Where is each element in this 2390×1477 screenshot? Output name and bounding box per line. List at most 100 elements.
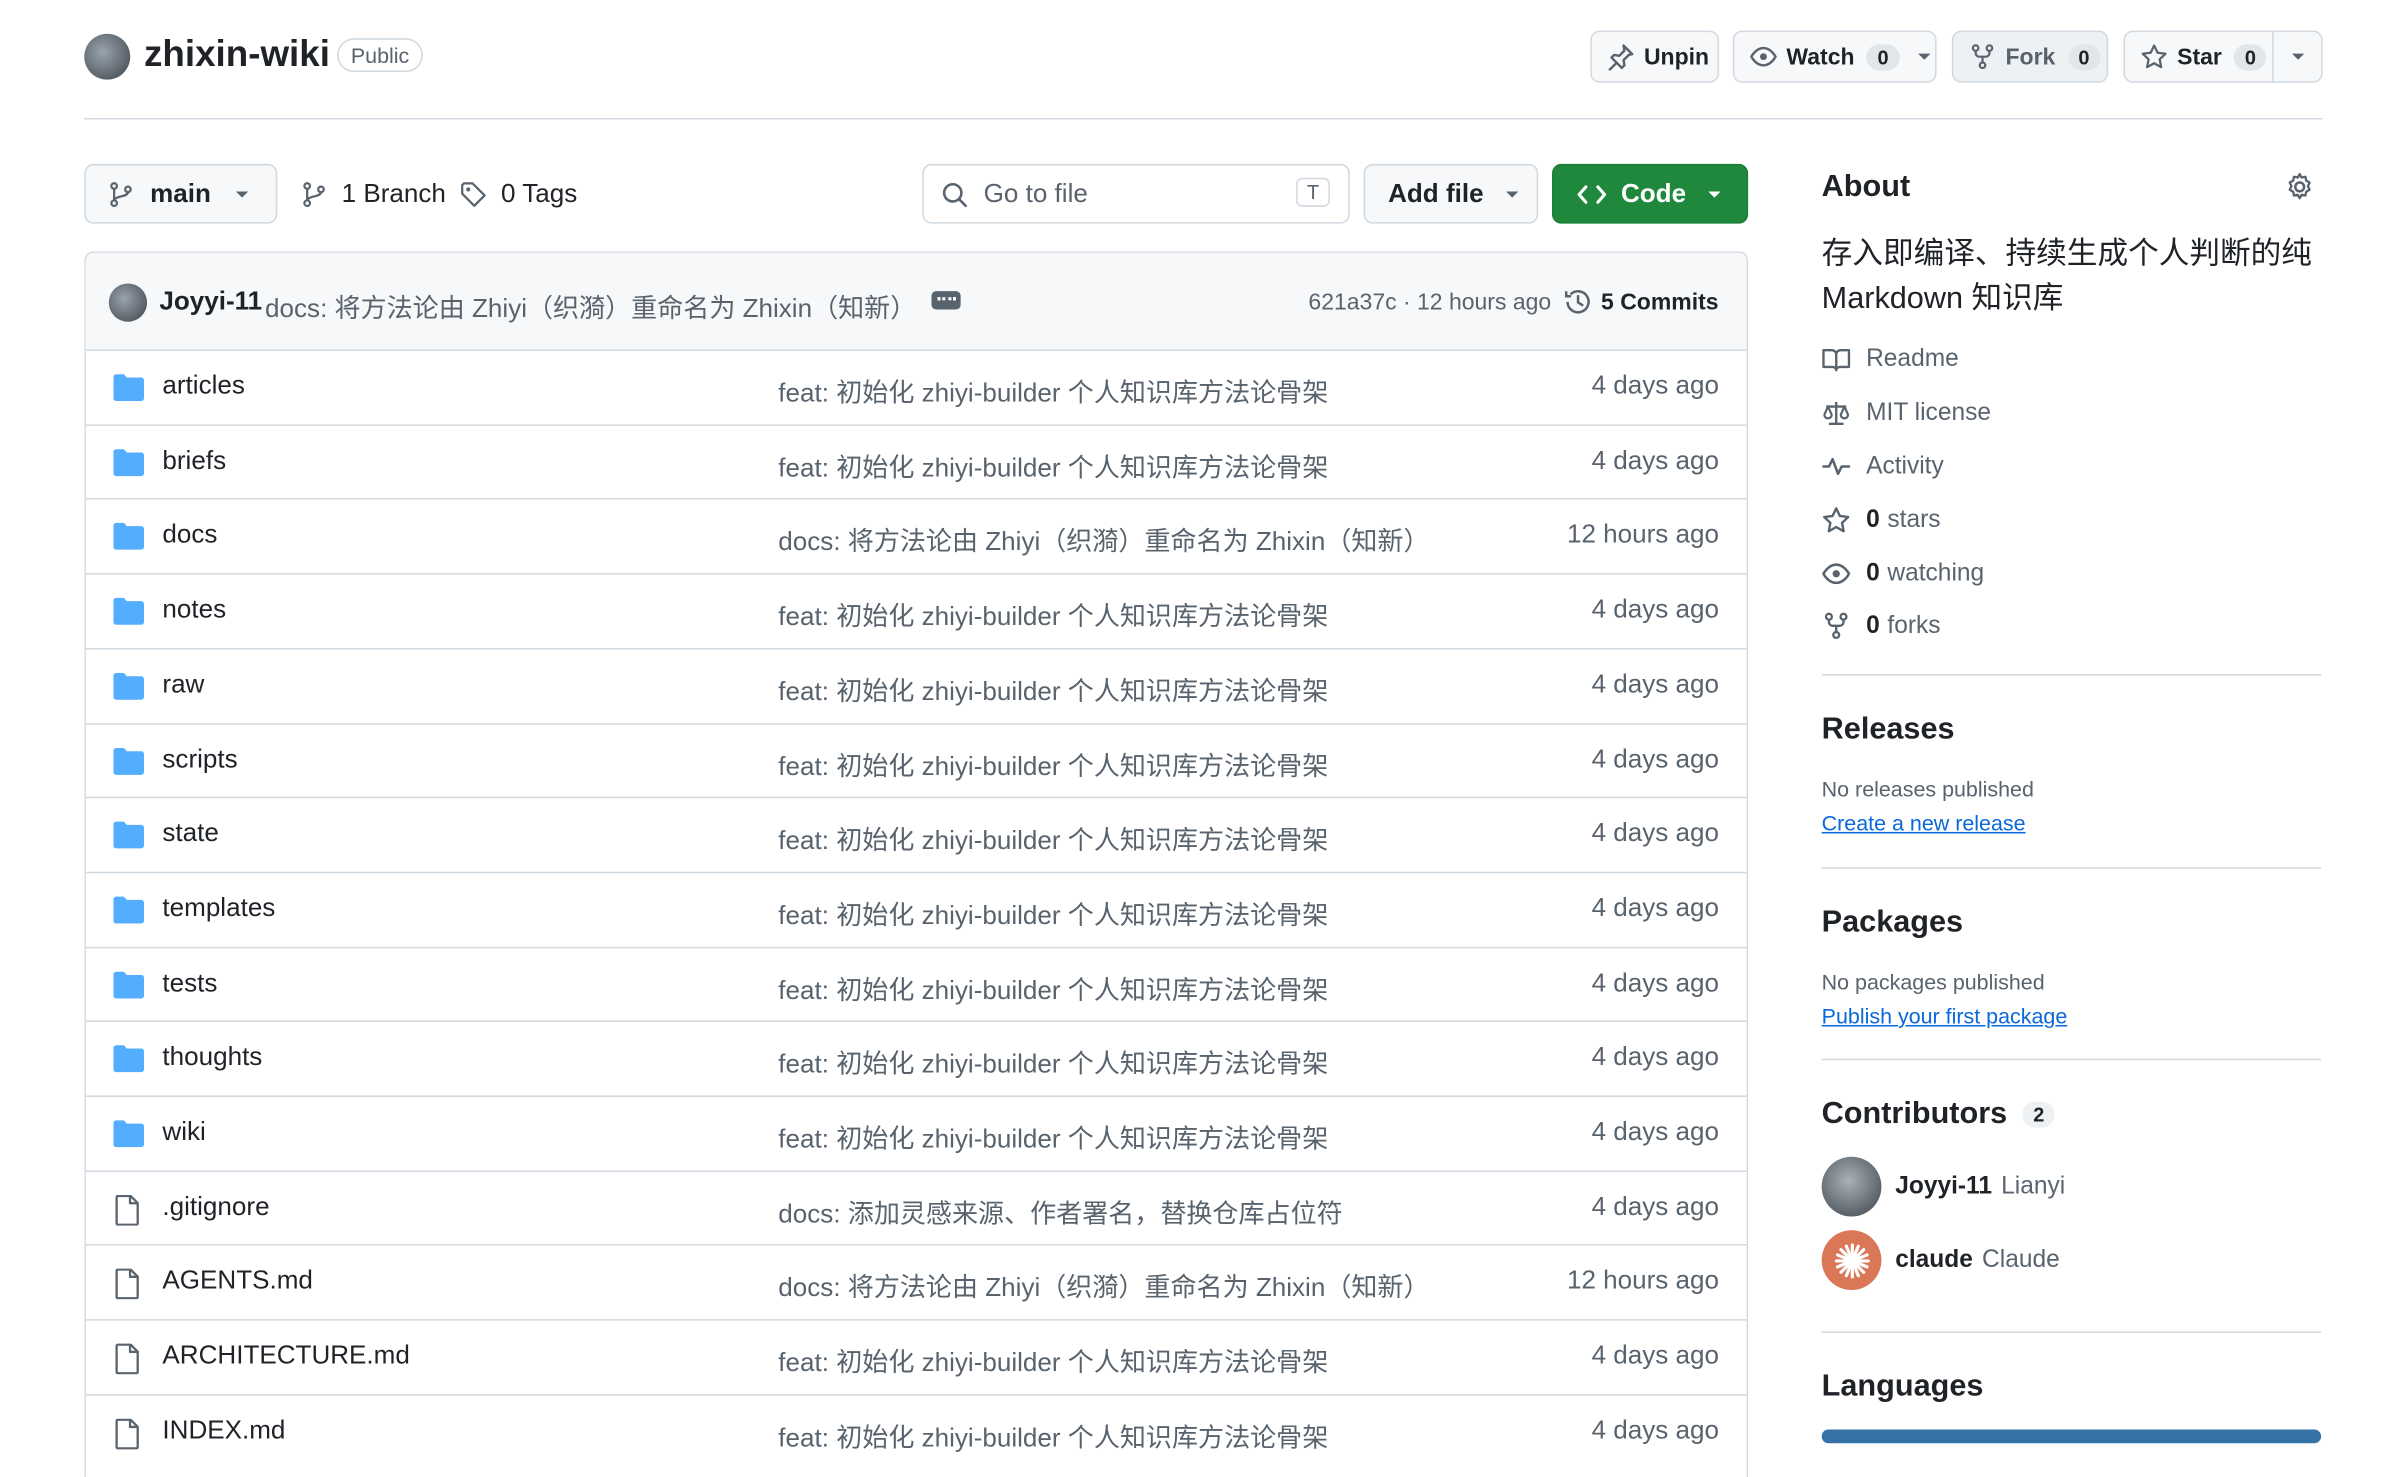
star-icon <box>1823 507 1850 533</box>
folder-icon <box>113 896 145 924</box>
stars-link[interactable]: 0 stars <box>1822 506 1941 535</box>
publish-package-link[interactable]: Publish your first package <box>1822 1004 2068 1029</box>
repo-name[interactable]: zhixin-wiki <box>144 34 330 77</box>
star-count: 0 <box>2234 43 2267 70</box>
file-commit-message[interactable]: feat: 初始化 zhiyi-builder 个人知识库方法论骨架 <box>778 1117 1328 1155</box>
license-link[interactable]: MIT license <box>1822 398 1991 427</box>
file-name[interactable]: thoughts <box>162 1042 262 1073</box>
gear-icon[interactable] <box>2284 172 2315 203</box>
branch-icon <box>110 181 132 207</box>
repo-description-line2: Markdown 知识库 <box>1821 281 2064 316</box>
file-commit-message[interactable]: feat: 初始化 zhiyi-builder 个人知识库方法论骨架 <box>778 371 1328 409</box>
file-name[interactable]: raw <box>162 669 204 700</box>
file-name[interactable]: AGENTS.md <box>162 1266 313 1297</box>
file-row[interactable]: notes feat: 初始化 zhiyi-builder 个人知识库方法论骨架 4… <box>85 573 1747 648</box>
packages-heading[interactable]: Packages <box>1822 905 1963 940</box>
file-name[interactable]: scripts <box>162 744 237 775</box>
create-release-link[interactable]: Create a new release <box>1822 810 2026 835</box>
code-button[interactable]: Code <box>1552 163 1749 224</box>
file-row[interactable]: tests feat: 初始化 zhiyi-builder 个人知识库方法论骨架 4… <box>85 946 1747 1021</box>
commit-message[interactable]: docs: 将方法论由 Zhiyi（织漪）重命名为 Zhixin（知新） <box>265 287 916 325</box>
file-row[interactable]: .gitignore docs: 添加灵感来源、作者署名，替换仓库占位符 4 day… <box>85 1170 1747 1245</box>
file-row[interactable]: briefs feat: 初始化 zhiyi-builder 个人知识库方法论骨架… <box>85 423 1747 499</box>
file-icon <box>115 1194 139 1226</box>
file-row[interactable]: wiki feat: 初始化 zhiyi-builder 个人知识库方法论骨架 4 … <box>85 1095 1747 1170</box>
contributor-item[interactable]: Joyyi-11 Lianyi <box>1821 1156 2065 1217</box>
add-file-button[interactable]: Add file <box>1363 163 1539 224</box>
file-row[interactable]: templates feat: 初始化 zhiyi-builder 个人知识库方法… <box>85 871 1747 947</box>
commits-link[interactable]: 5 Commits <box>1563 287 1719 318</box>
file-commit-message[interactable]: feat: 初始化 zhiyi-builder 个人知识库方法论骨架 <box>778 1042 1328 1080</box>
contributor-item[interactable]: claude Claude <box>1821 1230 2060 1291</box>
file-row[interactable]: state feat: 初始化 zhiyi-builder 个人知识库方法论骨架 4… <box>85 796 1747 872</box>
commit-expand-button[interactable] <box>931 291 961 310</box>
file-row[interactable]: raw feat: 初始化 zhiyi-builder 个人知识库方法论骨架 4 d… <box>85 647 1747 723</box>
file-name[interactable]: INDEX.md <box>162 1415 285 1446</box>
file-row[interactable]: INDEX.md feat: 初始化 zhiyi-builder 个人知识库方法论… <box>85 1393 1747 1469</box>
file-commit-message[interactable]: feat: 初始化 zhiyi-builder 个人知识库方法论骨架 <box>778 968 1328 1006</box>
file-commit-age: 12 hours ago <box>1566 1266 1720 1296</box>
unpin-button[interactable]: Unpin <box>1590 30 1720 83</box>
readme-link[interactable]: Readme <box>1822 345 1959 374</box>
file-name[interactable]: notes <box>162 595 226 626</box>
contributor-avatar <box>1821 1230 1882 1291</box>
watch-button[interactable]: Watch 0 <box>1732 30 1937 83</box>
file-row[interactable]: articles feat: 初始化 zhiyi-builder 个人知识库方法论… <box>85 349 1747 424</box>
file-commit-message[interactable]: feat: 初始化 zhiyi-builder 个人知识库方法论骨架 <box>778 744 1328 782</box>
file-commit-message[interactable]: feat: 初始化 zhiyi-builder 个人知识库方法论骨架 <box>778 893 1328 931</box>
tags-link[interactable]: 0 Tags <box>460 179 578 210</box>
header-divider <box>84 117 2323 120</box>
forks-link[interactable]: 0 forks <box>1822 611 1941 640</box>
star-list-dropdown[interactable] <box>2272 30 2323 83</box>
file-commit-message[interactable]: feat: 初始化 zhiyi-builder 个人知识库方法论骨架 <box>778 1415 1328 1453</box>
activity-link[interactable]: Activity <box>1822 452 1944 481</box>
fork-button[interactable]: Fork 0 <box>1951 30 2109 83</box>
file-commit-age: 4 days ago <box>1591 669 1720 699</box>
releases-heading[interactable]: Releases <box>1822 712 1955 747</box>
tags-label: 0 Tags <box>500 179 578 209</box>
file-commit-message[interactable]: feat: 初始化 zhiyi-builder 个人知识库方法论骨架 <box>778 669 1328 707</box>
file-commit-message[interactable]: feat: 初始化 zhiyi-builder 个人知识库方法论骨架 <box>778 818 1328 856</box>
history-icon <box>1564 290 1590 314</box>
file-name[interactable]: .gitignore <box>162 1191 269 1222</box>
file-row[interactable]: thoughts feat: 初始化 zhiyi-builder 个人知识库方法论… <box>85 1020 1747 1096</box>
owner-avatar[interactable] <box>84 33 131 80</box>
commit-author[interactable]: Joyyi-11 <box>159 287 262 318</box>
file-name[interactable]: articles <box>162 371 245 402</box>
packages-empty-text: No packages published <box>1821 969 2045 995</box>
file-row[interactable]: docs docs: 将方法论由 Zhiyi（织漪）重命名为 Zhixin（知新）… <box>85 498 1747 574</box>
file-commit-message[interactable]: docs: 添加灵感来源、作者署名，替换仓库占位符 <box>778 1191 1342 1229</box>
fork-icon <box>1824 612 1848 640</box>
watching-label: watching <box>1887 559 1985 587</box>
file-name[interactable]: templates <box>162 893 275 924</box>
file-name[interactable]: docs <box>162 520 217 551</box>
file-name[interactable]: tests <box>162 968 217 999</box>
branch-select[interactable]: main <box>84 163 278 224</box>
activity-label: Activity <box>1866 452 1944 479</box>
star-button[interactable]: Star 0 <box>2123 30 2274 83</box>
contributors-header[interactable]: Contributors 2 <box>1822 1097 2056 1132</box>
folder-icon <box>113 747 145 775</box>
file-name[interactable]: wiki <box>162 1117 205 1148</box>
watching-link[interactable]: 0 watching <box>1822 559 1984 588</box>
file-commit-message[interactable]: feat: 初始化 zhiyi-builder 个人知识库方法论骨架 <box>778 445 1328 483</box>
file-commit-age: 4 days ago <box>1591 743 1720 773</box>
file-commit-message[interactable]: feat: 初始化 zhiyi-builder 个人知识库方法论骨架 <box>778 1341 1328 1379</box>
branches-label: 1 Branch <box>341 179 446 209</box>
file-name[interactable]: state <box>162 818 218 849</box>
file-row[interactable]: scripts feat: 初始化 zhiyi-builder 个人知识库方法论骨… <box>85 722 1747 797</box>
branches-link[interactable]: 1 Branch <box>300 179 446 210</box>
commit-author-avatar[interactable] <box>108 283 148 322</box>
file-name[interactable]: ARCHITECTURE.md <box>162 1341 409 1372</box>
file-commit-message[interactable]: feat: 初始化 zhiyi-builder 个人知识库方法论骨架 <box>778 595 1328 633</box>
file-row[interactable]: ARCHITECTURE.md feat: 初始化 zhiyi-builder 个… <box>85 1319 1747 1394</box>
branch-name: main <box>150 178 211 208</box>
commit-hash-time[interactable]: 621a37c · 12 hours ago <box>1308 290 1551 316</box>
file-commit-age: 4 days ago <box>1591 967 1720 997</box>
file-commit-message[interactable]: docs: 将方法论由 Zhiyi（织漪）重命名为 Zhixin（知新） <box>778 1266 1429 1304</box>
file-commit-message[interactable]: docs: 将方法论由 Zhiyi（织漪）重命名为 Zhixin（知新） <box>778 520 1429 558</box>
file-name[interactable]: briefs <box>162 445 226 476</box>
repo-description: 存入即编译、持续生成个人判断的纯 Markdown 知识库 <box>1822 233 2328 322</box>
go-to-file-input[interactable]: Go to file T <box>922 163 1350 224</box>
file-row[interactable]: AGENTS.md docs: 将方法论由 Zhiyi（织漪）重命名为 Zhixi… <box>85 1244 1747 1320</box>
